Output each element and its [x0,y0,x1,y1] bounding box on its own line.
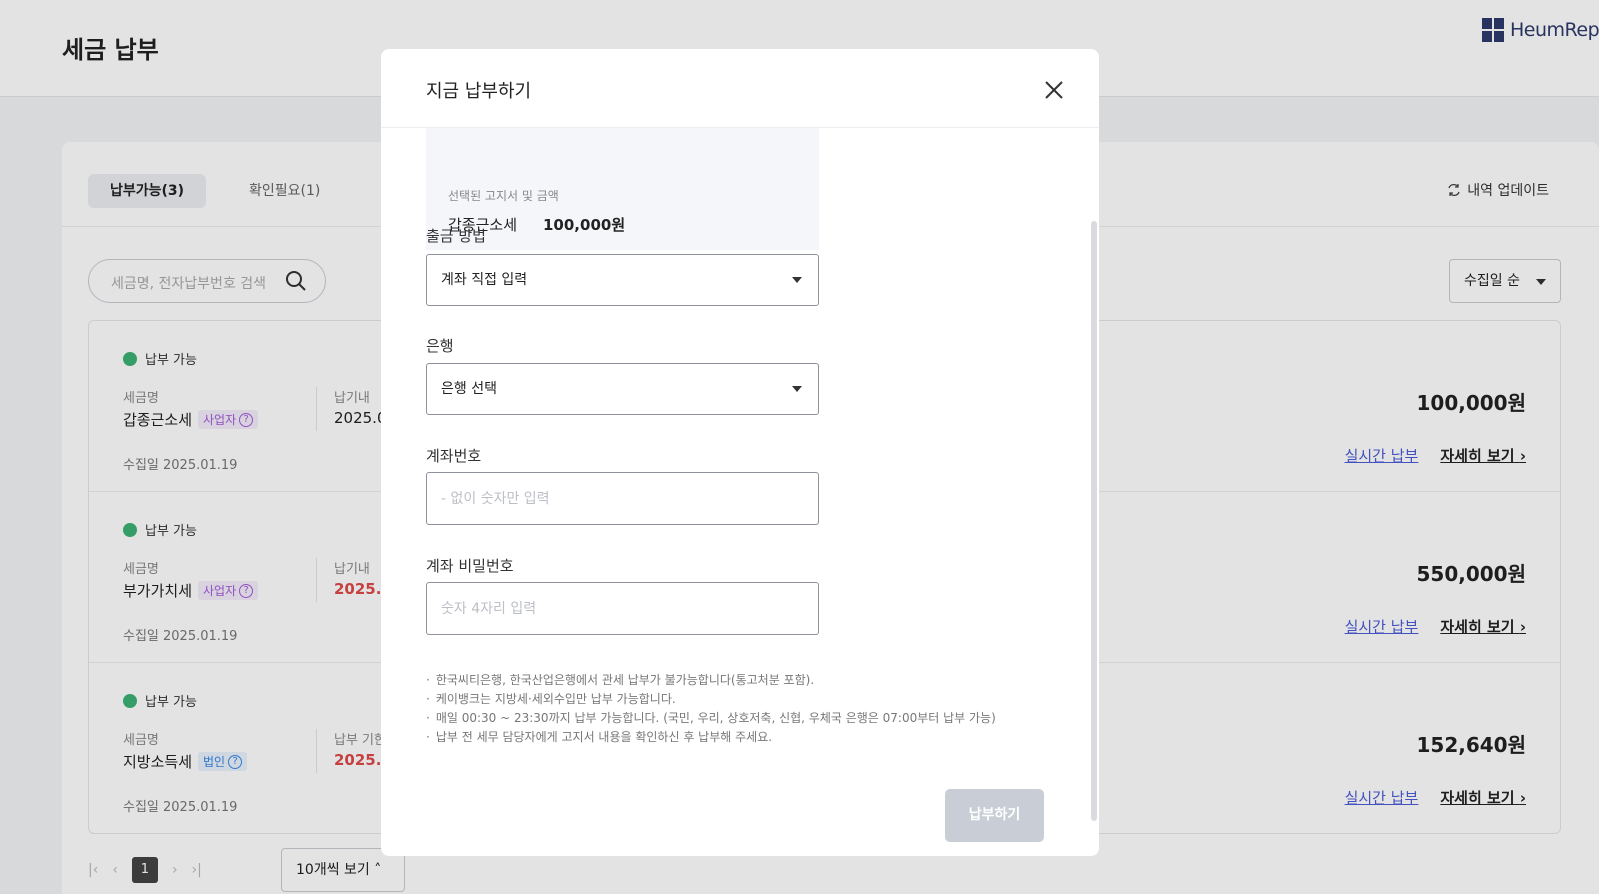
bank-select[interactable]: 은행 선택 [426,363,819,415]
note-item: 한국씨티은행, 한국산업은행에서 관세 납부가 불가능합니다(통고처분 포함). [426,671,996,690]
bank-label: 은행 [426,337,454,355]
summary-label: 선택된 고지서 및 금액 [448,189,559,203]
account-password-field[interactable] [426,582,819,635]
note-item: 케이뱅크는 지방세·세외수입만 납부 가능합니다. [426,690,996,709]
bank-value: 은행 선택 [441,381,497,397]
note-item: 납부 전 세무 담당자에게 고지서 내용을 확인하신 후 납부해 주세요. [426,728,996,747]
modal-header: 지금 납부하기 [381,49,1099,128]
chevron-down-icon [792,277,802,283]
summary-amount: 100,000원 [543,216,626,234]
account-password-input[interactable] [427,583,818,634]
submit-pay-button[interactable]: 납부하기 [945,789,1044,842]
note-item: 매일 00:30 ~ 23:30까지 납부 가능합니다. (국민, 우리, 상호… [426,709,996,728]
modal-scrollbar[interactable] [1091,221,1097,821]
modal-title: 지금 납부하기 [426,81,532,102]
account-number-input[interactable] [427,473,818,524]
withdrawal-method-value: 계좌 직접 입력 [441,272,528,288]
account-password-label: 계좌 비밀번호 [426,557,514,575]
close-icon[interactable] [1043,79,1065,101]
withdrawal-method-select[interactable]: 계좌 직접 입력 [426,254,819,306]
account-number-field[interactable] [426,472,819,525]
pay-now-modal: 지금 납부하기 선택된 고지서 및 금액 갑종근소세 100,000원 출금 방… [381,49,1099,856]
chevron-down-icon [792,386,802,392]
withdrawal-method-label: 출금 방법 [426,227,486,245]
account-number-label: 계좌번호 [426,447,482,465]
payment-notes: 한국씨티은행, 한국산업은행에서 관세 납부가 불가능합니다(통고처분 포함).… [426,671,996,747]
